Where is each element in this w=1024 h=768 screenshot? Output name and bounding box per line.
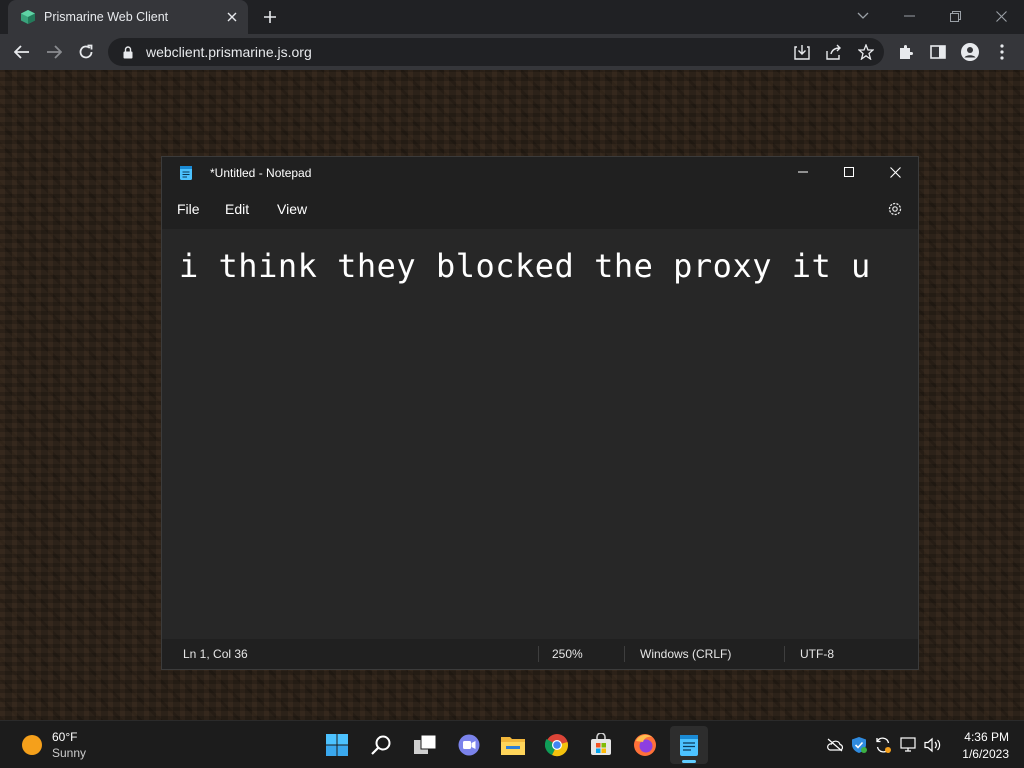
profile-avatar-icon[interactable] (956, 38, 984, 66)
menu-edit[interactable]: Edit (225, 201, 249, 217)
url-text: webclient.prismarine.js.org (146, 44, 312, 60)
update-sync-icon[interactable] (872, 734, 894, 756)
notepad-title-bar[interactable]: *Untitled - Notepad (162, 157, 918, 189)
notepad-taskbar-icon[interactable] (670, 726, 708, 764)
taskbar: 60°F Sunny 4:36 PM 1/6/2023 (0, 720, 1024, 768)
search-icon[interactable] (362, 726, 400, 764)
start-icon[interactable] (318, 726, 356, 764)
security-shield-icon[interactable] (848, 734, 870, 756)
minimize-icon[interactable] (886, 0, 932, 32)
notepad-menu-bar: File Edit View (162, 189, 918, 229)
tab-search-chevron-icon[interactable] (840, 0, 886, 32)
task-view-icon[interactable] (406, 726, 444, 764)
tab-title: Prismarine Web Client (44, 10, 169, 24)
lock-icon[interactable] (120, 44, 136, 60)
notepad-title: *Untitled - Notepad (210, 166, 312, 180)
status-divider (624, 646, 625, 662)
extensions-puzzle-icon[interactable] (892, 38, 920, 66)
firefox-icon[interactable] (626, 726, 664, 764)
notepad-window: *Untitled - Notepad File Edit View i thi… (161, 156, 919, 670)
line-ending: Windows (CRLF) (640, 647, 732, 661)
chrome-menu-icon[interactable] (988, 38, 1016, 66)
volume-speaker-icon[interactable] (922, 734, 944, 756)
browser-toolbar: webclient.prismarine.js.org (0, 34, 1024, 70)
restore-icon[interactable] (932, 0, 978, 32)
tab-close-icon[interactable] (222, 7, 242, 27)
new-tab-icon[interactable] (258, 6, 282, 28)
clock-date: 1/6/2023 (962, 747, 1009, 761)
notepad-app-icon (180, 166, 192, 180)
zoom-level: 250% (552, 647, 583, 661)
reload-icon[interactable] (72, 38, 100, 66)
bookmark-star-icon[interactable] (852, 38, 880, 66)
forward-arrow-icon[interactable] (40, 38, 68, 66)
menu-file[interactable]: File (177, 201, 200, 217)
install-app-icon[interactable] (788, 38, 816, 66)
weather-condition: Sunny (52, 746, 87, 760)
weather-temp: 60°F (52, 730, 78, 744)
status-divider (538, 646, 539, 662)
file-explorer-icon[interactable] (494, 726, 532, 764)
chat-icon[interactable] (450, 726, 488, 764)
network-display-icon[interactable] (898, 734, 920, 756)
address-bar[interactable]: webclient.prismarine.js.org (108, 38, 884, 66)
notepad-maximize-icon[interactable] (826, 157, 872, 187)
clock-time: 4:36 PM (964, 730, 1009, 744)
menu-view[interactable]: View (277, 201, 307, 217)
settings-gear-icon[interactable] (886, 200, 904, 218)
cursor-position: Ln 1, Col 36 (183, 647, 248, 661)
notepad-minimize-icon[interactable] (780, 157, 826, 187)
browser-tab-strip: Prismarine Web Client (0, 0, 1024, 34)
window-close-icon[interactable] (978, 0, 1024, 32)
encoding: UTF-8 (800, 647, 834, 661)
onedrive-offline-icon[interactable] (824, 734, 846, 756)
taskbar-clock[interactable]: 4:36 PM 1/6/2023 (962, 729, 1009, 763)
share-icon[interactable] (820, 38, 848, 66)
browser-tab[interactable]: Prismarine Web Client (8, 0, 248, 34)
notepad-text-area[interactable]: i think they blocked the proxy it u (162, 229, 918, 637)
sun-icon (22, 735, 42, 755)
prismarine-favicon-icon (21, 10, 35, 24)
status-divider (784, 646, 785, 662)
notepad-close-icon[interactable] (872, 157, 918, 187)
notepad-status-bar: Ln 1, Col 36 250% Windows (CRLF) UTF-8 (162, 639, 918, 669)
chrome-icon[interactable] (538, 726, 576, 764)
notepad-content[interactable]: i think they blocked the proxy it u (179, 247, 871, 285)
back-arrow-icon[interactable] (8, 38, 36, 66)
side-panel-icon[interactable] (924, 38, 952, 66)
store-icon[interactable] (582, 726, 620, 764)
